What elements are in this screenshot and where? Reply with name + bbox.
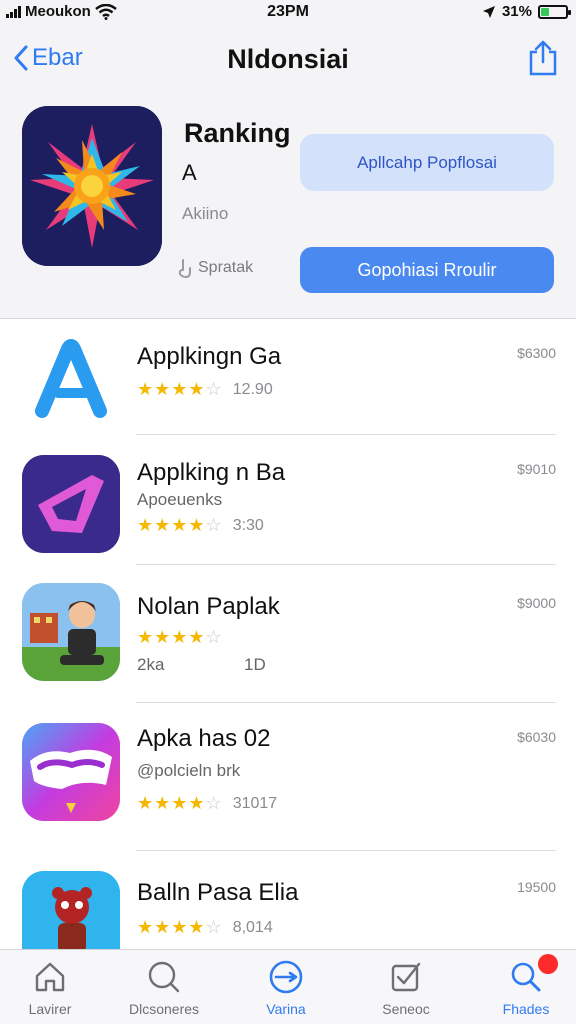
app-developer: Apoeuenks	[137, 490, 223, 509]
app-price: $6300	[517, 345, 556, 361]
app-price: $6030	[517, 729, 556, 745]
app-icon	[22, 455, 120, 553]
tab-lavirer[interactable]: Lavirer	[0, 960, 100, 1017]
list-item[interactable]: Balln Pasa Elia ★★★★☆ 8,014 19500	[0, 851, 576, 969]
tab-label: Varina	[266, 1001, 306, 1017]
hero-subtitle: A	[182, 160, 197, 185]
list-item[interactable]: Applkingn Ga ★★★★☆ 12.90 $6300	[0, 319, 576, 435]
chevron-left-icon	[14, 45, 28, 71]
compass-icon	[269, 960, 303, 994]
app-name: Applkingn Ga	[137, 343, 282, 370]
app-icon	[22, 723, 120, 821]
checkbox-icon	[391, 962, 421, 992]
star-rating: ★★★★☆	[137, 793, 223, 813]
app-extra: 1D	[244, 655, 266, 674]
app-meta: ★★★★☆ 31017	[137, 793, 277, 814]
back-label: Ebar	[32, 44, 83, 71]
app-price: 19500	[517, 879, 556, 895]
hero-app-icon[interactable]	[22, 106, 162, 266]
app-icon	[22, 583, 120, 681]
tab-bar: Lavirer Dlcsoneres Varina Seneoc Fhades	[0, 949, 576, 1024]
share-icon	[529, 40, 557, 76]
hero-title: Ranking	[184, 118, 291, 148]
status-right: 31%	[482, 3, 571, 20]
app-icon	[22, 329, 120, 427]
app-meta: ★★★★☆ 3:30	[137, 515, 264, 536]
tab-label: Seneoc	[382, 1001, 430, 1017]
list-item[interactable]: Apka has 02 @polcieln brk ★★★★☆ 31017 $6…	[0, 703, 576, 851]
app-price: $9010	[517, 461, 556, 477]
tab-varina[interactable]: Varina	[236, 960, 336, 1017]
character-avatar-icon	[22, 583, 120, 681]
tab-seneoc[interactable]: Seneoc	[356, 960, 456, 1017]
status-bar: Meoukon 23PM 31%	[0, 0, 576, 26]
battery-icon	[538, 4, 571, 19]
hero-developer: Akiino	[182, 204, 229, 223]
notification-badge	[538, 954, 558, 974]
star-rating: ★★★★☆	[137, 917, 223, 937]
app-meta: ★★★★☆	[137, 627, 223, 648]
hero-rating: Spratak	[178, 258, 253, 278]
app-price: $9000	[517, 595, 556, 611]
app-meta: ★★★★☆ 12.90	[137, 379, 273, 400]
list-item[interactable]: Applking n Ba Apoeuenks ★★★★☆ 3:30 $9010	[0, 435, 576, 565]
tab-label: Dlcsoneres	[128, 1001, 200, 1017]
app-meta: ★★★★☆ 8,014	[137, 917, 273, 938]
hero-rating-text: Spratak	[198, 259, 254, 276]
app-name: Apka has 02	[137, 725, 271, 752]
app-rating-count: 2ka	[137, 655, 165, 674]
location-arrow-icon	[482, 5, 495, 18]
tab-label: Fhades	[502, 1001, 550, 1017]
rating-count: 8,014	[232, 918, 273, 936]
secondary-action-button[interactable]: Apllcahp Popflosai	[300, 134, 554, 191]
search-circle-icon	[148, 961, 180, 993]
star-rating: ★★★★☆	[137, 627, 223, 647]
house-icon	[35, 962, 65, 992]
app-name: Nolan Paplak	[137, 593, 280, 620]
tab-label: Lavirer	[28, 1001, 72, 1017]
tab-fhades[interactable]: Fhades	[476, 954, 576, 1017]
rating-count: 12.90	[232, 380, 273, 398]
arrow-shape-icon	[22, 455, 120, 553]
rating-count: 31017	[232, 794, 278, 812]
flower-burst-icon	[22, 106, 162, 266]
list-item[interactable]: Nolan Paplak ★★★★☆ 2ka 1D $9000	[0, 565, 576, 703]
hand-icon	[178, 259, 191, 278]
star-rating: ★★★★☆	[137, 379, 223, 399]
sticker-logo-icon	[22, 723, 120, 821]
primary-action-button[interactable]: Gopohiasi Rroulir	[300, 247, 554, 293]
page-title: Nldonsiai	[227, 44, 349, 74]
back-button[interactable]: Ebar	[14, 44, 83, 72]
battery-level-fill	[541, 7, 550, 16]
app-name: Applking n Ba	[137, 459, 286, 486]
app-name: Balln Pasa Elia	[137, 879, 299, 906]
star-rating: ★★★★☆	[137, 515, 223, 535]
tab-dlcsoneres[interactable]: Dlcsoneres	[114, 960, 214, 1017]
battery-percent: 31%	[501, 3, 532, 20]
app-developer: @polcieln brk	[137, 761, 241, 780]
app-header: Ebar Nldonsiai Ranking A Akiino Spratak …	[0, 26, 576, 319]
triangle-logo-icon	[35, 339, 107, 418]
share-button[interactable]	[528, 40, 558, 81]
rating-count: 3:30	[232, 516, 264, 534]
